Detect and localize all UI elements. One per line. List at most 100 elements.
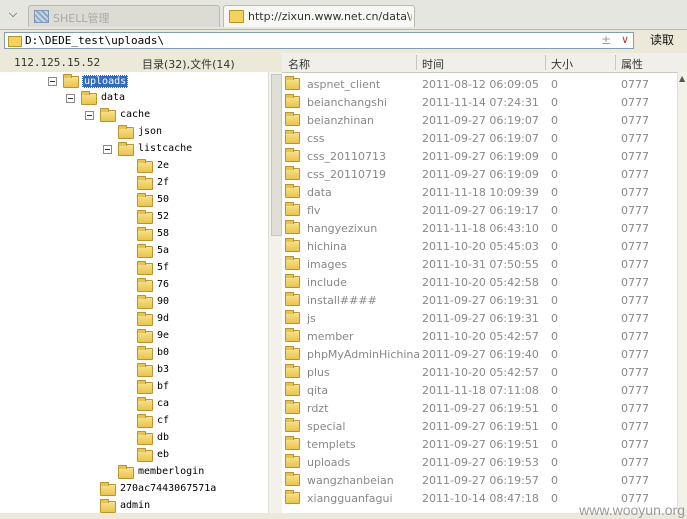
file-time: 2011-09-27 06:19:51 bbox=[422, 402, 539, 415]
tree-node[interactable]: ca bbox=[0, 397, 268, 414]
file-name: wangzhanbeian bbox=[307, 474, 394, 487]
table-row[interactable]: qita 2011-11-18 07:11:08 0 0777 bbox=[282, 381, 677, 399]
column-divider[interactable] bbox=[545, 55, 546, 70]
column-attr-header[interactable]: 属性 bbox=[621, 56, 643, 72]
chevron-down-icon[interactable]: ⌵ bbox=[4, 7, 22, 23]
scroll-up-arrow-icon[interactable]: ▲ bbox=[679, 74, 685, 83]
plus-icon[interactable]: ± bbox=[601, 33, 611, 47]
table-row[interactable]: include 2011-10-20 05:42:58 0 0777 bbox=[282, 273, 677, 291]
tab-shell-manager[interactable]: SHELL管理 bbox=[28, 5, 220, 27]
tree-node[interactable]: b0 bbox=[0, 346, 268, 363]
tree-node-label: 2f bbox=[157, 177, 170, 188]
collapse-icon[interactable] bbox=[103, 145, 112, 154]
table-row[interactable]: images 2011-10-31 07:50:55 0 0777 bbox=[282, 255, 677, 273]
folder-icon bbox=[81, 91, 97, 105]
file-size: 0 bbox=[551, 204, 558, 217]
tree-node[interactable]: db bbox=[0, 431, 268, 448]
collapse-icon[interactable] bbox=[85, 111, 94, 120]
tree-node[interactable]: 9e bbox=[0, 329, 268, 346]
file-size: 0 bbox=[551, 114, 558, 127]
tree-node[interactable]: eb bbox=[0, 448, 268, 465]
tree-node[interactable]: 52 bbox=[0, 210, 268, 227]
table-row[interactable]: css 2011-09-27 06:19:07 0 0777 bbox=[282, 129, 677, 147]
tree-node[interactable]: cache bbox=[0, 108, 268, 125]
folder-icon bbox=[118, 465, 134, 479]
directory-tree[interactable]: uploads data cache json listcache 2e 2f 50 52 58 5… bbox=[0, 72, 268, 516]
read-button[interactable]: 读取 bbox=[640, 32, 684, 49]
tree-scrollbar[interactable] bbox=[268, 72, 283, 516]
status-bar: 112.125.15.52 目录(32),文件(14) bbox=[0, 53, 280, 72]
tree-node-label: 90 bbox=[157, 296, 170, 307]
table-row[interactable]: beianchangshi 2011-11-14 07:24:31 0 0777 bbox=[282, 93, 677, 111]
file-name: css_20110713 bbox=[307, 150, 386, 163]
column-time-header[interactable]: 时间 bbox=[422, 56, 444, 72]
folder-icon bbox=[137, 210, 153, 224]
table-row[interactable]: data 2011-11-18 10:09:39 0 0777 bbox=[282, 183, 677, 201]
tree-node[interactable]: b3 bbox=[0, 363, 268, 380]
tree-node-label: bf bbox=[157, 381, 170, 392]
tree-node[interactable]: 90 bbox=[0, 295, 268, 312]
table-row[interactable]: hichina 2011-10-20 05:45:03 0 0777 bbox=[282, 237, 677, 255]
tree-node[interactable]: json bbox=[0, 125, 268, 142]
table-row[interactable]: uploads 2011-09-27 06:19:53 0 0777 bbox=[282, 453, 677, 471]
tree-node[interactable]: 76 bbox=[0, 278, 268, 295]
list-scrollbar[interactable]: ▲ bbox=[677, 72, 687, 513]
tree-node[interactable]: cf bbox=[0, 414, 268, 431]
table-row[interactable]: css_20110719 2011-09-27 06:19:09 0 0777 bbox=[282, 165, 677, 183]
file-size: 0 bbox=[551, 186, 558, 199]
table-row[interactable]: aspnet_client 2011-08-12 06:09:05 0 0777 bbox=[282, 75, 677, 93]
tree-node[interactable]: 270ac7443067571a bbox=[0, 482, 268, 499]
tab-remote-url[interactable]: http://zixun.www.net.cn/data\rs... bbox=[223, 5, 415, 27]
table-row[interactable]: wangzhanbeian 2011-09-27 06:19:57 0 0777 bbox=[282, 471, 677, 489]
chevron-down-icon[interactable]: ∨ bbox=[621, 33, 629, 46]
column-divider[interactable] bbox=[416, 55, 417, 70]
table-row[interactable]: flv 2011-09-27 06:19:17 0 0777 bbox=[282, 201, 677, 219]
tree-node-label: eb bbox=[157, 449, 170, 460]
table-row[interactable]: js 2011-09-27 06:19:31 0 0777 bbox=[282, 309, 677, 327]
folder-icon bbox=[137, 312, 153, 326]
table-row[interactable]: phpMyAdminHichina2...2011-09-27 06:19:40… bbox=[282, 345, 677, 363]
table-row[interactable]: css_20110713 2011-09-27 06:19:09 0 0777 bbox=[282, 147, 677, 165]
table-row[interactable]: special 2011-09-27 06:19:51 0 0777 bbox=[282, 417, 677, 435]
collapse-icon[interactable] bbox=[66, 94, 75, 103]
table-row[interactable]: member 2011-10-20 05:42:57 0 0777 bbox=[282, 327, 677, 345]
folder-icon bbox=[137, 397, 153, 411]
folder-icon bbox=[137, 414, 153, 428]
tree-node[interactable]: bf bbox=[0, 380, 268, 397]
folder-icon bbox=[137, 227, 153, 241]
tree-node[interactable]: data bbox=[0, 91, 268, 108]
tree-node[interactable]: 9d bbox=[0, 312, 268, 329]
table-row[interactable]: plus 2011-10-20 05:42:57 0 0777 bbox=[282, 363, 677, 381]
tree-node[interactable]: listcache bbox=[0, 142, 268, 159]
column-divider[interactable] bbox=[615, 55, 616, 70]
tree-node[interactable]: 50 bbox=[0, 193, 268, 210]
path-input[interactable]: D:\DEDE_test\uploads\ ± ∨ bbox=[4, 32, 634, 49]
tree-node[interactable]: uploads bbox=[0, 74, 268, 91]
column-name-header[interactable]: 名称 bbox=[288, 56, 310, 72]
file-time: 2011-09-27 06:19:40 bbox=[422, 348, 539, 361]
table-row[interactable]: beianzhinan 2011-09-27 06:19:07 0 0777 bbox=[282, 111, 677, 129]
tree-node[interactable]: 58 bbox=[0, 227, 268, 244]
table-row[interactable]: templets 2011-09-27 06:19:51 0 0777 bbox=[282, 435, 677, 453]
tree-node[interactable]: 5a bbox=[0, 244, 268, 261]
table-row[interactable]: hangyezixun 2011-11-18 06:43:10 0 0777 bbox=[282, 219, 677, 237]
file-name: hangyezixun bbox=[307, 222, 378, 235]
file-name: beianchangshi bbox=[307, 96, 387, 109]
folder-icon bbox=[285, 220, 300, 234]
column-size-header[interactable]: 大小 bbox=[551, 56, 573, 72]
tree-node[interactable]: 2e bbox=[0, 159, 268, 176]
tree-node[interactable]: memberlogin bbox=[0, 465, 268, 482]
scroll-thumb[interactable] bbox=[271, 74, 282, 236]
folder-icon bbox=[285, 166, 300, 180]
tree-node[interactable]: 2f bbox=[0, 176, 268, 193]
tree-node[interactable]: 5f bbox=[0, 261, 268, 278]
tree-node-label: 76 bbox=[157, 279, 170, 290]
file-name: data bbox=[307, 186, 332, 199]
collapse-icon[interactable] bbox=[48, 77, 57, 86]
table-row[interactable]: rdzt 2011-09-27 06:19:51 0 0777 bbox=[282, 399, 677, 417]
address-bar: D:\DEDE_test\uploads\ ± ∨ 读取 bbox=[0, 30, 687, 52]
file-size: 0 bbox=[551, 438, 558, 451]
file-attr: 0777 bbox=[621, 456, 649, 469]
table-row[interactable]: install#### 2011-09-27 06:19:31 0 0777 bbox=[282, 291, 677, 309]
file-time: 2011-09-27 06:19:07 bbox=[422, 132, 539, 145]
